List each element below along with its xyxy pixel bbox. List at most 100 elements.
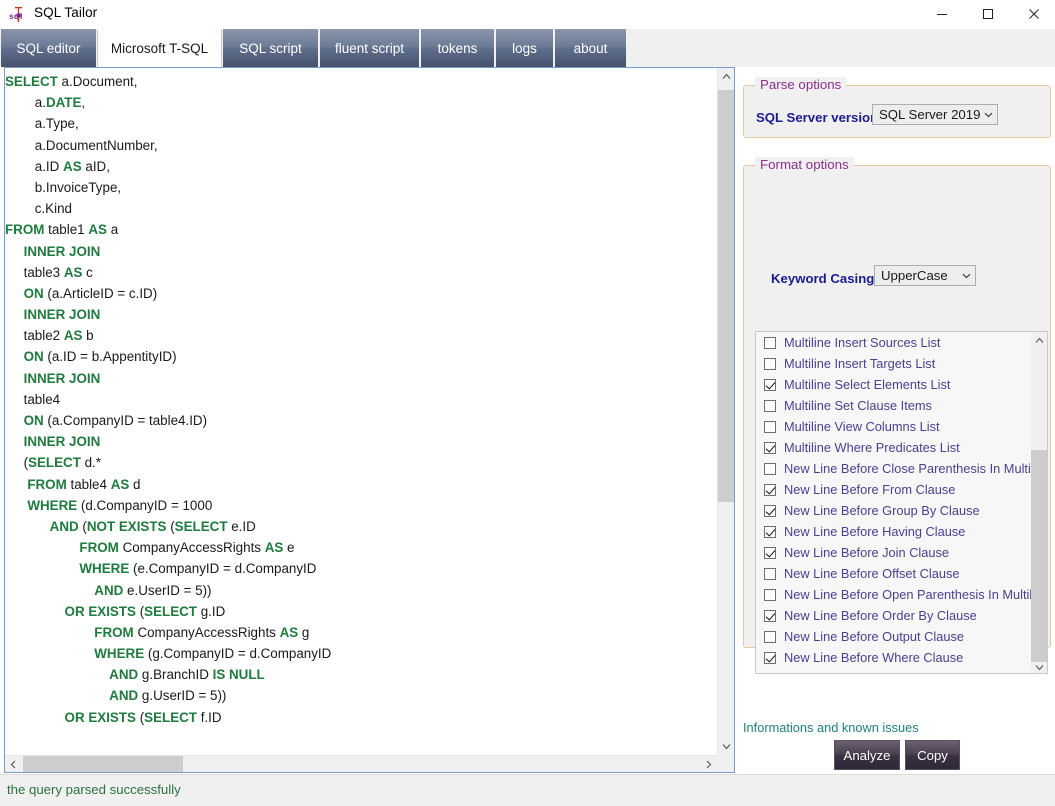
tab-label: Microsoft T-SQL: [110, 41, 209, 56]
tab-label: SQL editor: [16, 40, 81, 56]
format-option-row[interactable]: New Line Before Group By Clause: [756, 500, 1032, 521]
format-option-row[interactable]: New Line Before Order By Clause: [756, 605, 1032, 626]
code-line: table3 AS c: [5, 262, 717, 283]
sql-code-area[interactable]: SELECT a.Document, a.DATE, a.Type, a.Doc…: [5, 68, 717, 755]
sql-text: (: [5, 455, 29, 471]
tab-sql-editor[interactable]: SQL editor: [0, 29, 97, 67]
checkbox-checked-icon[interactable]: [764, 378, 776, 391]
tab-sql-script[interactable]: SQL script: [222, 29, 319, 67]
scroll-right-arrow-icon[interactable]: [700, 756, 717, 772]
format-options-scrollbar[interactable]: [1031, 332, 1047, 673]
sql-keyword: NOT EXISTS: [86, 518, 167, 534]
sql-keyword: FROM: [27, 476, 67, 492]
checkbox-checked-icon[interactable]: [764, 504, 776, 517]
title-bar: s q l SQL Tailor: [0, 0, 1055, 28]
format-option-row[interactable]: New Line Before Close Parenthesis In Mul…: [756, 458, 1032, 479]
code-line: FROM CompanyAccessRights AS g: [5, 622, 717, 643]
code-line: WHERE (d.CompanyID = 1000: [5, 495, 717, 516]
options-scroll-down-arrow-icon[interactable]: [1031, 659, 1047, 673]
sql-text: table3: [5, 264, 64, 280]
format-option-row[interactable]: New Line Before Having Clause: [756, 521, 1032, 542]
format-option-row[interactable]: Multiline Insert Sources List: [756, 332, 1032, 353]
checkbox-unchecked-icon[interactable]: [764, 420, 776, 433]
checkbox-unchecked-icon[interactable]: [764, 357, 776, 370]
sql-server-version-select[interactable]: SQL Server 2019: [872, 104, 998, 125]
tab-label: tokens: [437, 40, 478, 56]
checkbox-unchecked-icon[interactable]: [764, 462, 776, 475]
sql-keyword: OR EXISTS: [64, 709, 136, 725]
sql-editor-panel[interactable]: SELECT a.Document, a.DATE, a.Type, a.Doc…: [4, 67, 735, 773]
tab-microsoft-t-sql[interactable]: Microsoft T-SQL: [97, 29, 222, 67]
code-line: b.InvoiceType,: [5, 177, 717, 198]
minimize-button[interactable]: [919, 0, 965, 28]
sql-text: c: [82, 264, 93, 280]
checkbox-unchecked-icon[interactable]: [764, 567, 776, 580]
analyze-button[interactable]: Analyze: [834, 740, 900, 770]
code-line: INNER JOIN: [5, 241, 717, 262]
format-option-row[interactable]: New Line Before Offset Clause: [756, 563, 1032, 584]
sql-text: a: [106, 222, 119, 238]
format-option-row[interactable]: New Line Before Where Clause: [756, 647, 1032, 668]
checkbox-unchecked-icon[interactable]: [764, 630, 776, 643]
format-option-row[interactable]: Multiline Select Elements List: [756, 374, 1032, 395]
checkbox-checked-icon[interactable]: [764, 651, 776, 664]
format-option-row[interactable]: New Line Before Join Clause: [756, 542, 1032, 563]
checkbox-checked-icon[interactable]: [764, 546, 776, 559]
checkbox-checked-icon[interactable]: [764, 525, 776, 538]
sql-text: (: [78, 518, 87, 534]
editor-horizontal-scroll-thumb[interactable]: [23, 756, 183, 772]
window-title: SQL Tailor: [34, 5, 98, 20]
tab-fluent-script[interactable]: fluent script: [319, 29, 420, 67]
format-option-row[interactable]: New Line Before Open Parenthesis In Mult…: [756, 584, 1032, 605]
editor-vertical-scrollbar[interactable]: [717, 68, 734, 755]
format-option-label: Multiline Select Elements List: [784, 377, 951, 392]
sql-keyword: AS: [63, 264, 83, 280]
format-options-title: Format options: [755, 157, 854, 172]
scroll-down-arrow-icon[interactable]: [718, 738, 734, 755]
code-line: (SELECT d.*: [5, 452, 717, 473]
editor-vertical-scroll-thumb[interactable]: [718, 90, 734, 502]
format-options-list[interactable]: Multiline Insert Sources List Multiline I…: [755, 331, 1048, 674]
checkbox-checked-icon[interactable]: [764, 441, 776, 454]
format-option-row[interactable]: New Line Before Output Clause: [756, 626, 1032, 647]
checkbox-unchecked-icon[interactable]: [764, 336, 776, 349]
options-scroll-up-arrow-icon[interactable]: [1031, 332, 1047, 348]
sql-text: table2: [5, 328, 64, 344]
code-line: ON (a.ArticleID = c.ID): [5, 283, 717, 304]
checkbox-unchecked-icon[interactable]: [764, 588, 776, 601]
sql-text: e: [283, 540, 295, 556]
checkbox-checked-icon[interactable]: [764, 609, 776, 622]
tab-about[interactable]: about: [554, 29, 627, 67]
format-option-row[interactable]: Multiline Where Predicates List: [756, 437, 1032, 458]
checkbox-unchecked-icon[interactable]: [764, 399, 776, 412]
scroll-up-arrow-icon[interactable]: [718, 68, 734, 85]
sql-keyword: AND: [109, 667, 139, 683]
scroll-left-arrow-icon[interactable]: [5, 756, 22, 772]
info-and-known-issues-link[interactable]: Informations and known issues: [743, 720, 919, 735]
editor-horizontal-scrollbar[interactable]: [5, 755, 717, 772]
sql-text: (g.CompanyID = d.CompanyID: [144, 646, 332, 662]
tab-tokens[interactable]: tokens: [420, 29, 495, 67]
sql-text: (: [166, 518, 175, 534]
format-option-row[interactable]: Multiline Set Clause Items: [756, 395, 1032, 416]
sql-keyword: AS: [88, 222, 107, 238]
format-option-row[interactable]: Multiline View Columns List: [756, 416, 1032, 437]
maximize-button[interactable]: [965, 0, 1011, 28]
keyword-casing-select[interactable]: UpperCase: [874, 265, 976, 286]
close-button[interactable]: [1011, 0, 1055, 28]
format-option-label: New Line Before Offset Clause: [784, 566, 960, 581]
tab-logs[interactable]: logs: [495, 29, 554, 67]
options-scroll-thumb[interactable]: [1031, 450, 1047, 662]
format-option-row[interactable]: Multiline Insert Targets List: [756, 353, 1032, 374]
sql-text: (: [135, 709, 145, 725]
copy-button[interactable]: Copy: [905, 740, 960, 770]
format-option-row[interactable]: New Line Before From Clause: [756, 479, 1032, 500]
checkbox-checked-icon[interactable]: [764, 483, 776, 496]
format-option-label: New Line Before Join Clause: [784, 545, 950, 560]
